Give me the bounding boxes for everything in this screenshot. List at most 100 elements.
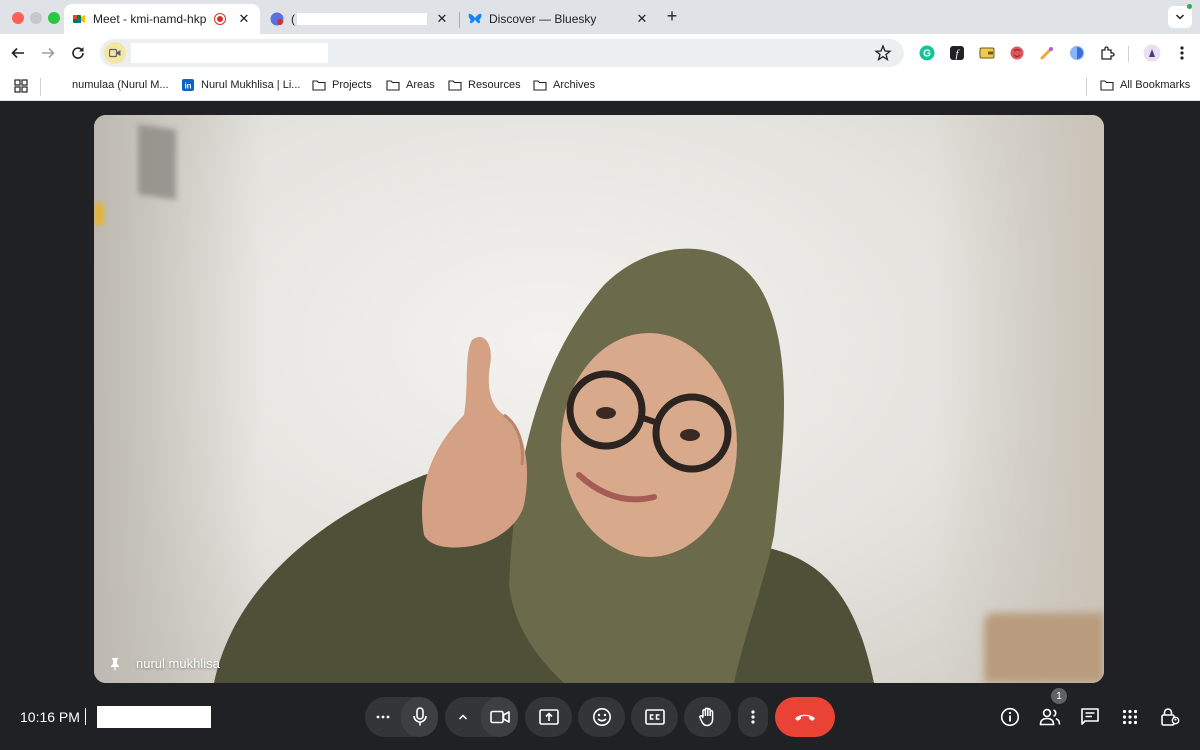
present-screen-button[interactable]: [525, 697, 572, 737]
chevron-down-icon: [1175, 14, 1185, 20]
wallet-extension-icon[interactable]: [978, 44, 996, 62]
reload-button[interactable]: [67, 42, 89, 64]
meeting-code: [97, 706, 211, 728]
more-options-button[interactable]: [738, 697, 768, 737]
all-bookmarks-button[interactable]: All Bookmarks: [1100, 79, 1190, 91]
bookmark-label: Archives: [553, 79, 596, 91]
tab-search-button[interactable]: [1168, 6, 1192, 28]
github-icon: [52, 79, 66, 91]
present-to-all-icon: [538, 709, 559, 725]
folder-icon: [386, 79, 400, 91]
tab-bluesky[interactable]: Discover — Bluesky ✕: [460, 4, 658, 34]
address-bar[interactable]: [100, 39, 904, 67]
recording-indicator-icon: [214, 13, 226, 25]
bookmark-label: Resources: [468, 79, 521, 91]
microphone-icon: [412, 707, 427, 726]
more-horiz-icon: [376, 715, 390, 719]
tab-title: Meet - kmi-namd-hkp: [93, 12, 207, 26]
raise-hand-icon: [698, 707, 713, 727]
host-controls-button[interactable]: [1158, 705, 1182, 729]
participant-video-tile[interactable]: nurul mukhlisa: [94, 115, 1104, 683]
google-meet-icon: [72, 12, 86, 26]
leave-call-button[interactable]: [775, 697, 835, 737]
participant-name: nurul mukhlisa: [136, 656, 220, 671]
tab-close-button[interactable]: ✕: [236, 11, 252, 27]
bookmark-folder-resources[interactable]: Resources: [448, 79, 521, 91]
audio-options-button[interactable]: [365, 697, 401, 737]
tab-redacted[interactable]: ( ✕: [262, 4, 458, 34]
pin-icon[interactable]: [108, 657, 122, 671]
people-icon: [1039, 708, 1061, 726]
chat-button[interactable]: [1078, 705, 1102, 729]
meeting-details-button[interactable]: [998, 705, 1022, 729]
video-control-group: [445, 697, 518, 737]
all-bookmarks-label: All Bookmarks: [1120, 79, 1191, 91]
chat-icon: [1081, 708, 1099, 725]
redaction-block: [297, 13, 427, 25]
bookmarks-divider: [1086, 78, 1087, 96]
bookmark-folder-projects[interactable]: Projects: [312, 79, 372, 91]
linkedin-icon: in: [181, 79, 195, 91]
bookmark-label: Nurul Mukhlisa | Li...: [201, 79, 301, 91]
folder-icon: [1100, 79, 1114, 91]
activities-button[interactable]: [1118, 705, 1142, 729]
bookmark-folder-archives[interactable]: Archives: [533, 79, 595, 91]
forward-button[interactable]: [37, 42, 59, 64]
videocam-icon: [489, 710, 510, 724]
camera-in-use-icon[interactable]: [104, 42, 126, 64]
window-maximize-button[interactable]: [48, 12, 60, 24]
script-extension-icon[interactable]: f: [948, 44, 966, 62]
bookmark-folder-areas[interactable]: Areas: [386, 79, 435, 91]
back-button[interactable]: [7, 42, 29, 64]
tab-title: Discover — Bluesky: [489, 12, 597, 26]
bookmark-label: Projects: [332, 79, 372, 91]
people-button[interactable]: [1038, 705, 1062, 729]
video-options-button[interactable]: [445, 697, 481, 737]
people-count-badge: 1: [1051, 688, 1067, 704]
apps-dots-icon: [1122, 709, 1138, 725]
extensions-puzzle-icon[interactable]: [1098, 44, 1116, 62]
tab-strip: Meet - kmi-namd-hkp ✕ ( ✕ Discover — Blu…: [0, 0, 1200, 34]
bookmarks-divider: [40, 78, 41, 96]
window-minimize-button[interactable]: [30, 12, 42, 24]
bookmark-star-icon[interactable]: [874, 44, 892, 62]
reload-icon: [72, 47, 84, 59]
svg-text:in: in: [184, 82, 191, 91]
translate-extension-icon[interactable]: [1068, 44, 1086, 62]
bookmark-linkedin[interactable]: in Nurul Mukhlisa | Li...: [181, 79, 300, 91]
svg-text:G: G: [923, 49, 931, 60]
tab-meet[interactable]: Meet - kmi-namd-hkp ✕: [64, 4, 260, 34]
meet-stage: nurul mukhlisa 10:16 PM 1: [0, 101, 1200, 750]
new-tab-button[interactable]: +: [662, 6, 682, 27]
profile-avatar[interactable]: [1143, 44, 1161, 62]
grammarly-extension-icon[interactable]: G: [918, 44, 936, 62]
toolbar-divider: [1128, 46, 1129, 62]
bluesky-butterfly-icon: [468, 12, 482, 26]
brain-extension-icon[interactable]: [1008, 44, 1026, 62]
url-text[interactable]: [131, 43, 328, 63]
tab-close-button[interactable]: ✕: [434, 11, 450, 27]
raise-hand-button[interactable]: [684, 697, 731, 737]
window-close-button[interactable]: [12, 12, 24, 24]
participant-name-tag: nurul mukhlisa: [108, 656, 220, 671]
more-vert-icon: [751, 710, 755, 724]
browser-menu-button[interactable]: [1173, 44, 1191, 62]
camera-toggle-button[interactable]: [481, 697, 518, 737]
info-icon: [1000, 707, 1020, 727]
more-vert-icon: [1180, 46, 1184, 60]
reactions-button[interactable]: [578, 697, 625, 737]
site-favicon-icon: [270, 12, 284, 26]
bookmark-github[interactable]: numulaa (Nurul M...: [52, 79, 169, 91]
bookmarks-bar: numulaa (Nurul M... in Nurul Mukhlisa | …: [0, 72, 1200, 101]
tab-close-button[interactable]: ✕: [634, 11, 650, 27]
tab-title: (: [291, 12, 295, 26]
audio-control-group: [365, 697, 438, 737]
bookmark-label: Areas: [406, 79, 435, 91]
apps-grid-button[interactable]: [14, 79, 28, 93]
folder-icon: [533, 79, 547, 91]
color-picker-extension-icon[interactable]: [1038, 44, 1056, 62]
clock-divider: [85, 708, 86, 725]
arrow-left-icon: [11, 47, 24, 59]
microphone-toggle-button[interactable]: [401, 697, 438, 737]
captions-button[interactable]: [631, 697, 678, 737]
